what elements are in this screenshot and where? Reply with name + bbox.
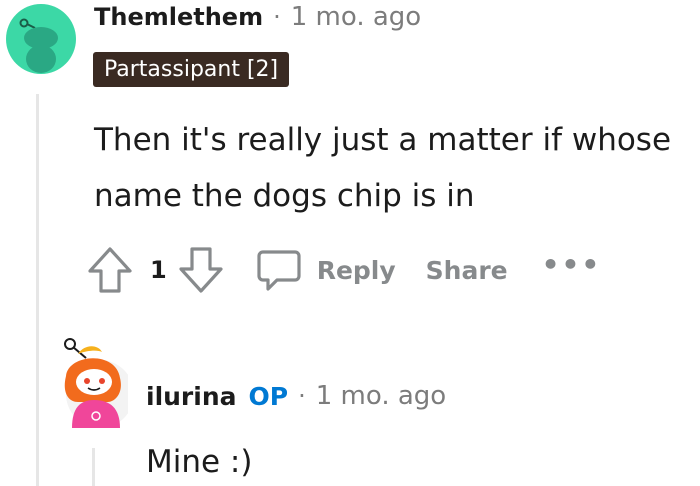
more-options-button[interactable]: ••• xyxy=(542,248,602,281)
comment-body-line: Then it's really just a matter if whose xyxy=(94,122,672,158)
avatar[interactable] xyxy=(58,336,134,430)
vote-count: 1 xyxy=(150,256,167,284)
reply-header: ilurina OP · 1 mo. ago xyxy=(146,376,446,416)
child-thread-line[interactable] xyxy=(92,448,95,486)
timestamp[interactable]: 1 mo. ago xyxy=(316,381,446,411)
avatar[interactable] xyxy=(6,4,76,74)
username[interactable]: Themlethem xyxy=(94,3,263,31)
reply-body: Mine :) xyxy=(146,444,253,480)
op-badge: OP xyxy=(248,381,289,411)
timestamp[interactable]: 1 mo. ago xyxy=(291,2,421,32)
reply-button[interactable]: Reply xyxy=(255,246,396,294)
comment-header: Themlethem · 1 mo. ago xyxy=(94,0,421,34)
user-flair: Partassipant [2] xyxy=(93,52,290,87)
share-button[interactable]: Share xyxy=(426,256,508,285)
comment-actions: 1 Reply Share ••• xyxy=(86,242,601,298)
separator-dot: · xyxy=(298,382,306,410)
thread-line[interactable] xyxy=(36,94,39,486)
username[interactable]: ilurina xyxy=(146,382,237,411)
reply-label: Reply xyxy=(316,255,396,285)
downvote-arrow-icon[interactable] xyxy=(177,245,225,295)
separator-dot: · xyxy=(273,3,281,31)
comment-body-line: name the dogs chip is in xyxy=(94,178,475,214)
comment-body: Then it's really just a matter if whose … xyxy=(94,112,700,224)
comment-bubble-icon xyxy=(255,246,303,294)
upvote-arrow-icon[interactable] xyxy=(86,245,134,295)
